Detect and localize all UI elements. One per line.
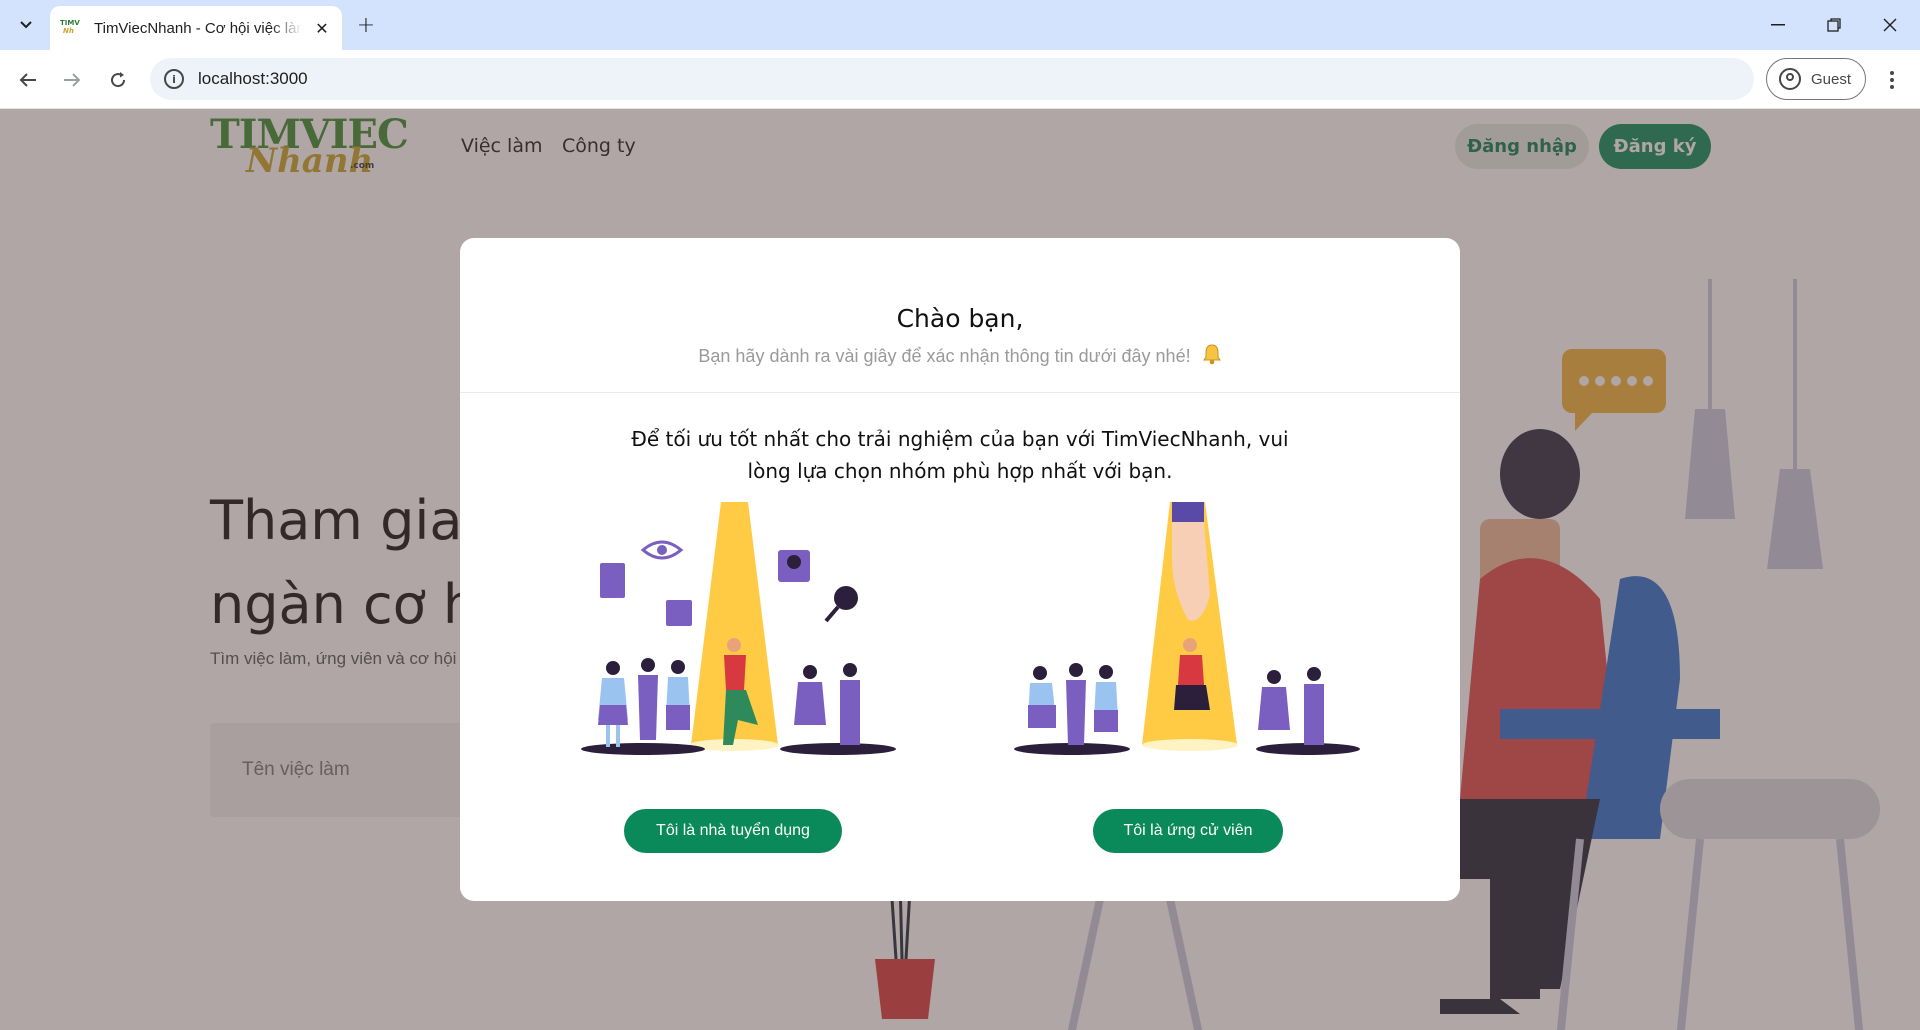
modal-subtitle-text: Bạn hãy dành ra vài giây để xác nhận thô… [698, 346, 1191, 366]
url-text: localhost:3000 [198, 69, 308, 88]
back-icon[interactable] [12, 64, 44, 96]
reload-icon[interactable] [102, 64, 134, 96]
close-window-icon[interactable] [1862, 0, 1918, 50]
browser-tabstrip: TIMV Nh TimViecNhanh - Cơ hội việc làm ✕ … [0, 0, 1920, 50]
candidate-choice [1012, 500, 1360, 770]
employer-button[interactable]: Tôi là nhà tuyển dụng [624, 809, 842, 853]
plus-icon[interactable]: + [352, 11, 380, 39]
browser-toolbar: i localhost:3000 Guest [0, 50, 1920, 109]
bell-icon [1202, 343, 1222, 370]
page: TIMVIEC Nhanh .com Việc làm Công ty Đăng… [0, 109, 1920, 1030]
candidate-button[interactable]: Tôi là ứng cử viên [1093, 809, 1283, 853]
info-icon[interactable]: i [164, 69, 184, 89]
tab-search-icon[interactable] [10, 10, 42, 40]
role-selection-modal: Chào bạn, Bạn hãy dành ra vài giây để xá… [460, 238, 1460, 901]
profile-button[interactable]: Guest [1766, 58, 1866, 100]
tab-title: TimViecNhanh - Cơ hội việc làm [94, 19, 302, 37]
modal-header: Chào bạn, Bạn hãy dành ra vài giây để xá… [460, 238, 1460, 392]
modal-subtitle: Bạn hãy dành ra vài giây để xác nhận thô… [460, 343, 1460, 370]
modal-title: Chào bạn, [896, 304, 1024, 333]
employer-choice [578, 500, 918, 770]
close-icon[interactable]: ✕ [312, 19, 332, 38]
favicon-icon: TIMV Nh [60, 19, 80, 35]
guest-avatar-icon [1779, 68, 1801, 90]
candidate-illustration [1014, 502, 1360, 755]
address-bar[interactable]: i localhost:3000 [150, 58, 1754, 100]
modal-question: Để tối ưu tốt nhất cho trải nghiệm của b… [631, 427, 1289, 483]
profile-label: Guest [1811, 70, 1852, 88]
minimize-icon[interactable] [1750, 0, 1806, 50]
employer-illustration [581, 502, 896, 755]
modal-body: Để tối ưu tốt nhất cho trải nghiệm của b… [460, 393, 1460, 853]
browser-tab[interactable]: TIMV Nh TimViecNhanh - Cơ hội việc làm ✕ [50, 6, 342, 50]
restore-icon[interactable] [1806, 0, 1862, 50]
kebab-menu-icon[interactable] [1880, 64, 1904, 96]
forward-icon[interactable] [56, 64, 88, 96]
